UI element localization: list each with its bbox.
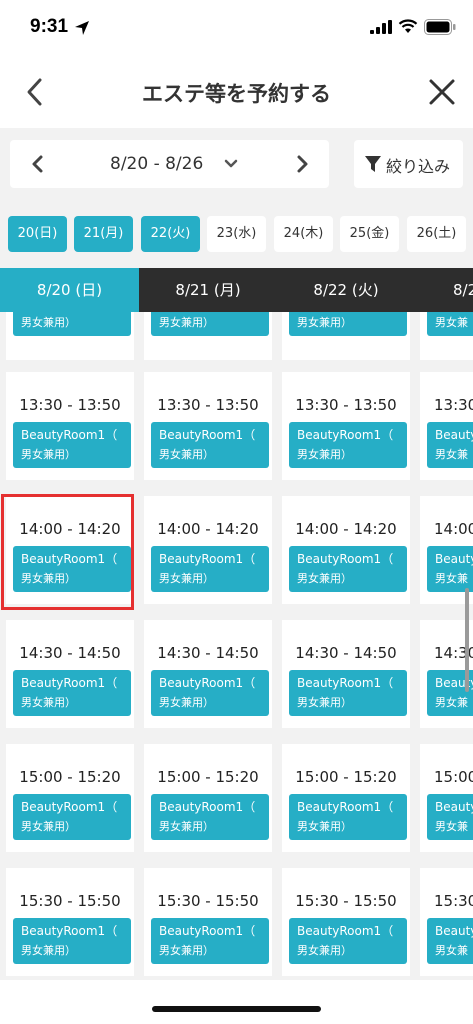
slot-card[interactable]: 15:30 - 15:50 BeautyRoom1（ 男女兼用） [144,868,272,976]
room-badge: BeautyRoom1（男女兼用） [13,918,131,964]
room-badge: BeautyRoom1（男女兼用） [289,794,407,840]
slot-card[interactable]: 14:30 - 14:50 BeautyRoom1（ 男女兼用） [144,620,272,728]
slot-card[interactable]: 15:30 - 15:50 BeautyRoom1（ 男女兼用） [6,868,134,976]
slot-card[interactable]: 14:30 - 14:50 BeautyRoom1（ 男女兼用） [282,620,410,728]
day-chip-23[interactable]: 23(水) [207,216,266,252]
slot-card[interactable]: 15:00 - 15:20 BeautyRoom1（ 男女兼用） [144,744,272,852]
filter-funnel-icon [365,156,381,172]
filter-button-label: 絞り込み [386,157,451,176]
room-badge: Beauty男女兼 [427,794,473,840]
room-badge: BeautyRoom1（男女兼用） [151,422,269,468]
column-tab-0823[interactable]: 8/2 [415,268,473,312]
day-chip-22[interactable]: 22(火) [141,216,200,252]
room-badge: BeautyRoom1（男女兼用） [289,422,407,468]
slot-card[interactable]: 15:30 - 15:50 BeautyRoom1（ 男女兼用） [282,868,410,976]
column-tab-0821[interactable]: 8/21 (月) [139,268,277,312]
home-indicator[interactable] [152,1006,321,1012]
slot-card[interactable]: 14:30 - 14:50 BeautyRoom1（ 男女兼用） [6,620,134,728]
status-bar: 9:31 [0,0,473,56]
prev-week-icon[interactable] [30,154,46,174]
room-badge: BeautyRoom1（男女兼用） [289,670,407,716]
room-badge: Beauty男女兼 [427,546,473,592]
column-tab-0820[interactable]: 8/20 (日) [0,268,139,312]
wifi-icon [398,19,418,33]
header: エステ等を予約する [0,56,473,128]
day-chip-20[interactable]: 20(日) [8,216,67,252]
room-badge: BeautyRoom1（男女兼用） [13,794,131,840]
filter-band: 8/20 - 8/26 絞り込み 20(日) 21(月) 22(火) 23(水)… [0,128,473,268]
scrollbar[interactable] [465,588,469,692]
day-chip-24[interactable]: 24(木) [274,216,333,252]
slot-card[interactable]: BeautyRoom1（男女兼用） [6,312,134,360]
chevron-down-icon[interactable] [224,158,238,170]
room-badge: BeautyRoom1（男女兼用） [151,794,269,840]
slot-card[interactable]: 13:30 Beauty男女兼 [420,372,473,480]
room-badge: BeautyRoom1（男女兼用） [13,312,131,336]
slot-card[interactable]: 13:30 - 13:50 BeautyRoom1（ 男女兼用） [282,372,410,480]
room-badge: BeautyRoom1（男女兼用） [151,670,269,716]
status-time: 9:31 [30,16,69,37]
date-column-header: 8/20 (日) 8/21 (月) 8/22 (火) 8/2 [0,268,473,312]
slot-card[interactable]: BeautyRoom1（男女兼用） [144,312,272,360]
week-navigator: 8/20 - 8/26 [10,140,329,188]
column-tab-0822[interactable]: 8/22 (火) [277,268,415,312]
room-badge: BeautyRoom1（男女兼用） [151,918,269,964]
room-badge: Beauty男女兼 [427,422,473,468]
slot-grid: BeautyRoom1（男女兼用） BeautyRoom1（男女兼用） Beau… [0,312,473,980]
room-badge: BeautyRoom1（男女兼用） [13,670,131,716]
slot-card[interactable]: 14:00 - 14:20 BeautyRoom1（ 男女兼用） [282,496,410,604]
slot-card[interactable]: 15:00 - 15:20 BeautyRoom1（ 男女兼用） [282,744,410,852]
slot-card[interactable]: BeautyRoom1（男女兼用） [282,312,410,360]
day-chip-26[interactable]: 26(土) [407,216,466,252]
location-arrow-icon [75,21,89,35]
bottom-bar [0,980,473,1024]
slot-card[interactable]: 15:00 Beauty男女兼 [420,744,473,852]
room-badge: BeautyRoom1（男女兼用） [289,312,407,336]
room-badge: Beauty男女兼 [427,918,473,964]
slot-card[interactable]: 14:00 - 14:20 BeautyRoom1（ 男女兼用） [144,496,272,604]
close-icon[interactable] [426,76,458,108]
room-badge: BeautyRoom1（男女兼用） [289,918,407,964]
room-badge: BeautyRoom1（男女兼用） [151,546,269,592]
slot-card[interactable]: 15:00 - 15:20 BeautyRoom1（ 男女兼用） [6,744,134,852]
day-chip-21[interactable]: 21(月) [74,216,133,252]
slot-card[interactable]: 15:30 Beauty男女兼 [420,868,473,976]
room-badge: BeautyRoom1（男女兼用） [13,422,131,468]
slot-card[interactable]: 13:30 - 13:50 BeautyRoom1（ 男女兼用） [6,372,134,480]
page-title: エステ等を予約する [142,82,331,106]
selection-highlight [1,494,134,610]
next-week-icon[interactable] [294,154,310,174]
room-badge: BeautyRoom1（男女兼用） [289,546,407,592]
cellular-signal-icon [370,20,392,34]
battery-icon [424,19,456,35]
room-badge: BeautyRoom1（男女兼用） [151,312,269,336]
slot-card[interactable]: Beauty男女兼 [420,312,473,360]
week-range-label[interactable]: 8/20 - 8/26 [110,154,203,174]
room-badge: Beauty男女兼 [427,312,473,336]
day-chip-25[interactable]: 25(金) [340,216,399,252]
filter-button[interactable]: 絞り込み [354,140,463,188]
slot-card[interactable]: 13:30 - 13:50 BeautyRoom1（ 男女兼用） [144,372,272,480]
